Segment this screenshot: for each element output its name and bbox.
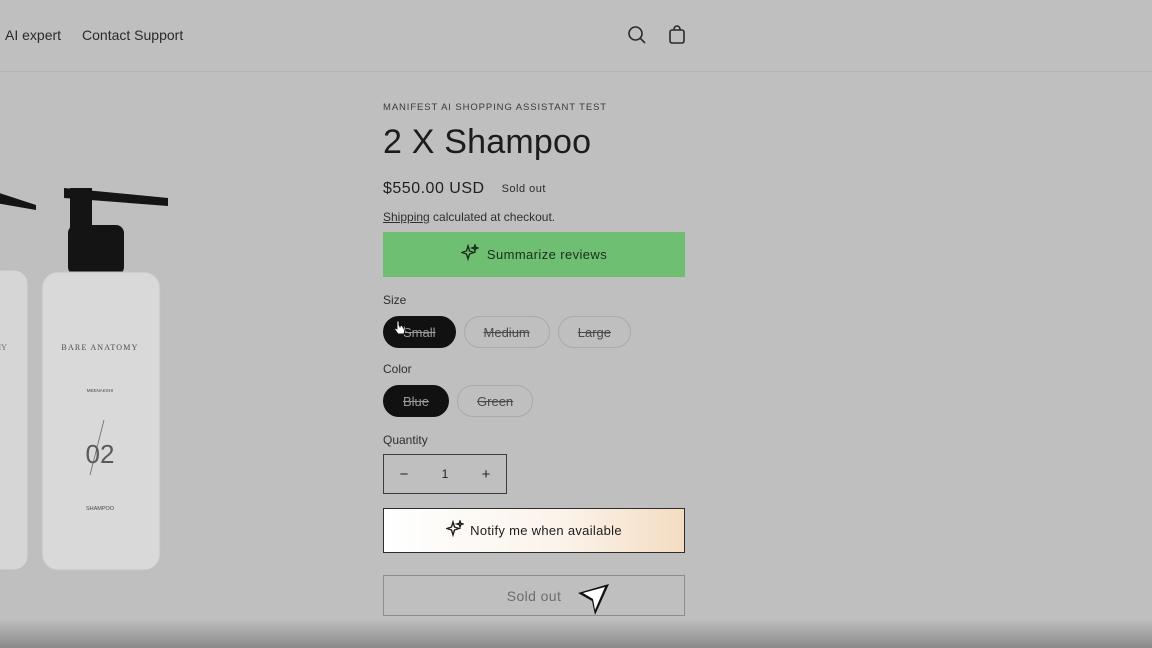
summarize-reviews-button[interactable]: Summarize reviews	[383, 232, 685, 277]
color-options: Blue Green	[383, 385, 534, 417]
sparkle-icon	[459, 242, 481, 265]
site-header: AI expert Contact Support	[0, 0, 1152, 72]
product-info: MANIFEST AI SHOPPING ASSISTANT TEST 2 X …	[383, 102, 685, 616]
product-image: MY BARE ANATOMY MEENAKSHI 02 SHAMPOO	[0, 180, 190, 580]
main-nav: AI expert Contact Support	[5, 27, 183, 43]
price-row: $550.00 USD Sold out	[383, 180, 685, 198]
bottom-shadow	[0, 620, 1152, 648]
bottle-brand-text: BARE ANATOMY	[61, 343, 138, 352]
svg-text:MY: MY	[0, 343, 7, 352]
bottle-number-text: 02	[86, 439, 115, 469]
nav-link-ai-expert[interactable]: AI expert	[5, 27, 61, 43]
notify-me-button[interactable]: Notify me when available	[383, 508, 685, 553]
arrow-cursor-icon	[575, 583, 613, 617]
product-vendor: MANIFEST AI SHOPPING ASSISTANT TEST	[383, 102, 608, 113]
shipping-link[interactable]: Shipping	[383, 210, 430, 224]
color-option-green[interactable]: Green	[457, 385, 534, 417]
bottle-sub-text: MEENAKSHI	[87, 388, 114, 393]
quantity-increase-button[interactable]: +	[466, 455, 506, 493]
hand-cursor-icon	[393, 320, 407, 336]
bottle-bottom-text: SHAMPOO	[86, 506, 115, 512]
nav-link-contact-support[interactable]: Contact Support	[82, 27, 183, 43]
summarize-reviews-label: Summarize reviews	[486, 247, 608, 262]
size-label: Size	[383, 293, 407, 307]
header-icons	[626, 24, 688, 46]
product-price: $550.00 USD	[383, 180, 485, 197]
quantity-input[interactable]	[425, 467, 465, 481]
search-icon[interactable]	[626, 24, 648, 46]
quantity-decrease-button[interactable]: −	[384, 455, 424, 493]
shipping-note: Shipping calculated at checkout.	[383, 210, 685, 224]
product-title: 2 X Shampoo	[383, 123, 592, 161]
sparkle-icon	[444, 518, 466, 541]
sold-out-button[interactable]: Sold out	[383, 575, 685, 616]
sold-out-badge: Sold out	[501, 183, 546, 195]
color-label: Color	[383, 362, 412, 376]
cart-icon[interactable]	[666, 24, 688, 46]
quantity-label: Quantity	[383, 433, 428, 447]
shipping-text: calculated at checkout.	[429, 210, 556, 224]
size-option-medium[interactable]: Medium	[463, 316, 550, 348]
size-options: Small Medium Large	[383, 316, 632, 348]
color-option-blue[interactable]: Blue	[383, 385, 450, 417]
notify-me-label: Notify me when available	[470, 523, 622, 538]
quantity-stepper: − +	[383, 454, 507, 494]
size-option-large[interactable]: Large	[557, 316, 632, 348]
